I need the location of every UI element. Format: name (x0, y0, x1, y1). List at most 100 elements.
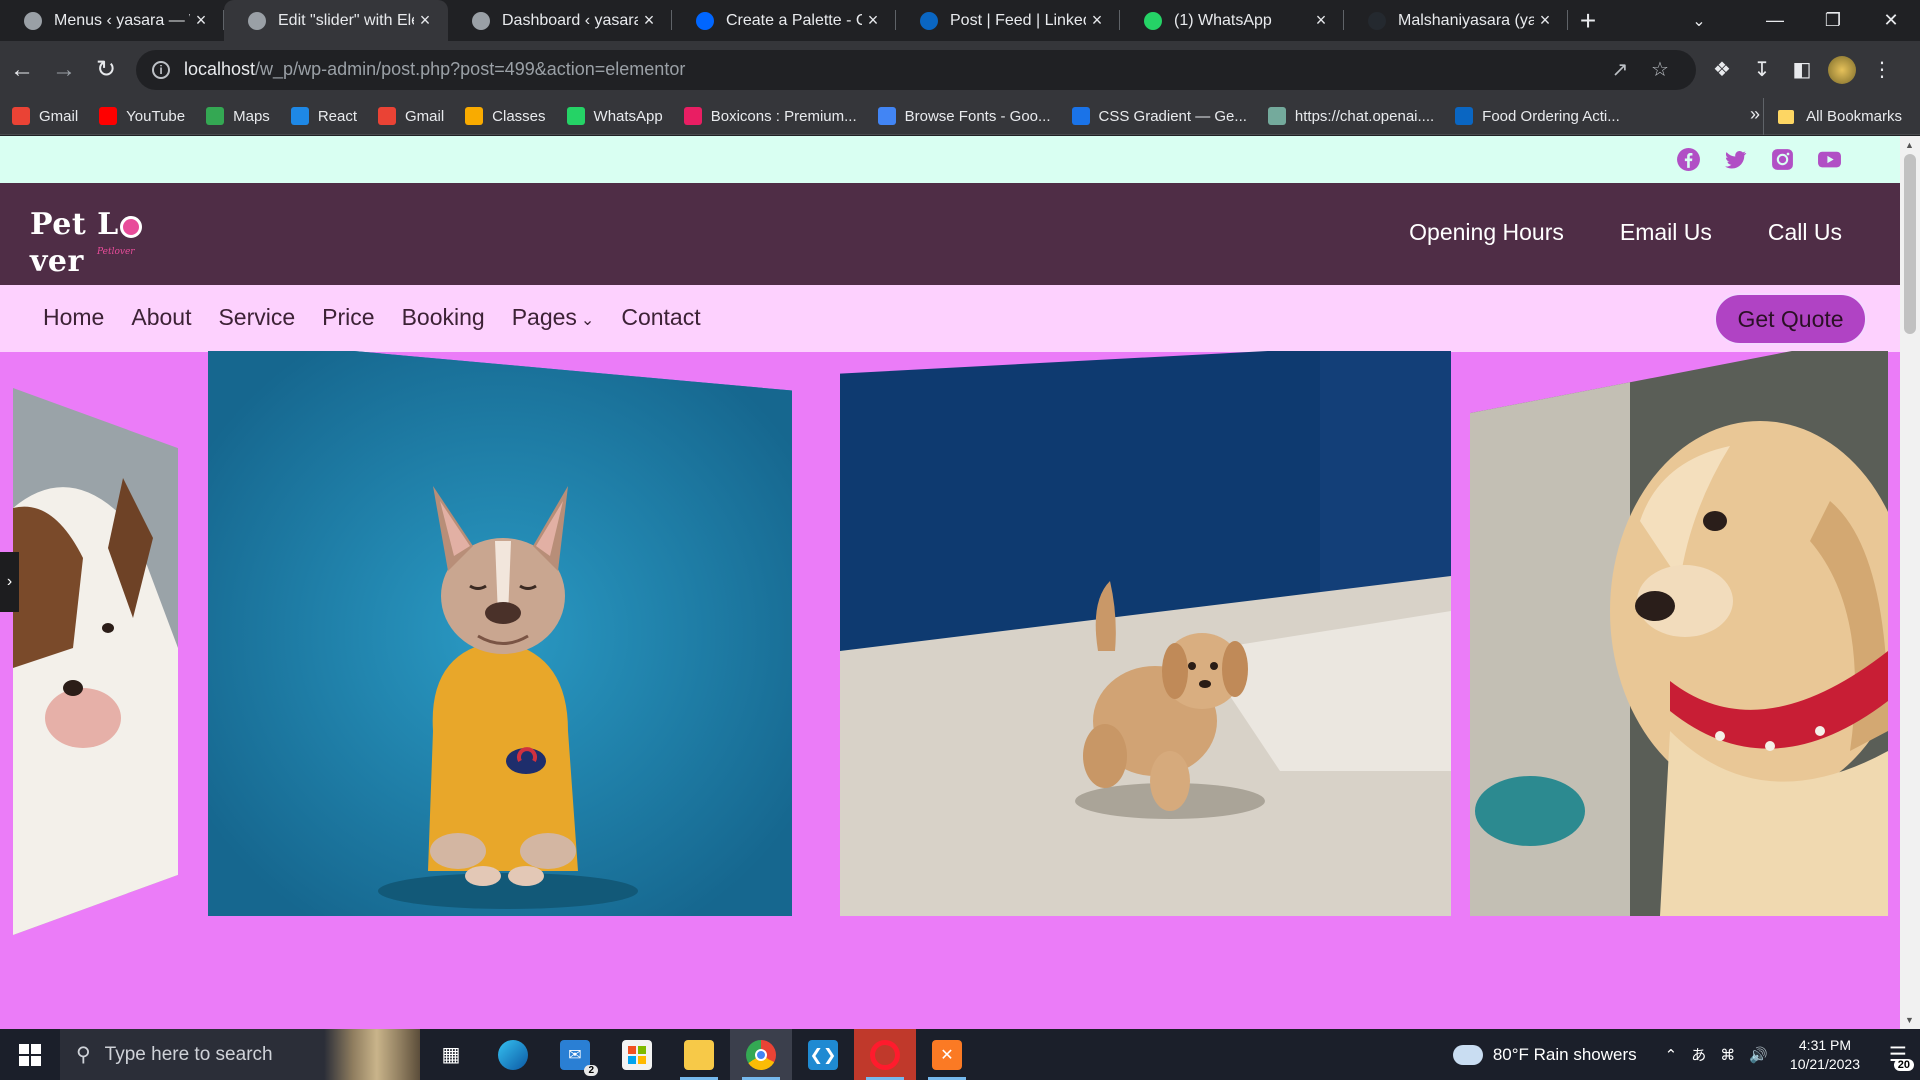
browser-tab-6[interactable]: Malshaniyasara (yasara)× (1344, 0, 1568, 41)
linkedin-icon (1455, 107, 1474, 125)
bookmark-label: Food Ordering Acti... (1482, 107, 1620, 125)
mail-badge: 2 (584, 1064, 598, 1076)
bookmark-star-icon[interactable]: ☆ (1640, 57, 1680, 82)
close-tab-icon[interactable]: × (1310, 10, 1332, 31)
site-info-icon[interactable]: i (152, 60, 170, 79)
nav-about[interactable]: About (131, 304, 191, 331)
nav-price[interactable]: Price (322, 304, 374, 331)
xampp-icon[interactable]: ✕ (916, 1029, 978, 1080)
chrome-icon[interactable] (730, 1029, 792, 1080)
bookmark-item[interactable]: WhatsApp (566, 107, 663, 125)
mail-icon[interactable]: ✉ 2 (544, 1029, 606, 1080)
site-logo[interactable]: Pet Lver Petlover (30, 207, 192, 279)
file-explorer-icon[interactable] (668, 1029, 730, 1080)
bookmark-item[interactable]: Browse Fonts - Goo... (877, 107, 1051, 125)
bookmark-item[interactable]: Food Ordering Acti... (1455, 107, 1620, 125)
chevron-down-icon: ⌄ (580, 312, 595, 329)
google-fonts-icon (877, 107, 896, 125)
task-view-icon[interactable]: ▦ (420, 1029, 482, 1080)
all-bookmarks-label: All Bookmarks (1806, 108, 1902, 125)
bookmark-label: React (317, 107, 357, 125)
browser-tab-1[interactable]: Edit "slider" with Elementor× (224, 0, 448, 41)
new-tab-button[interactable]: + (1568, 0, 1608, 41)
minimize-icon[interactable]: — (1746, 0, 1804, 41)
extensions-icon[interactable]: ❖ (1702, 50, 1742, 90)
nav-service[interactable]: Service (218, 304, 295, 331)
volume-icon[interactable]: 🔊 (1749, 1046, 1768, 1064)
bookmark-item[interactable]: Classes (465, 107, 546, 125)
opera-icon[interactable] (854, 1029, 916, 1080)
twitter-icon[interactable] (1723, 147, 1748, 172)
slide-dog-collie[interactable] (13, 388, 178, 935)
notifications-icon[interactable]: ☰ 20 (1876, 1029, 1920, 1080)
edge-icon[interactable] (482, 1029, 544, 1080)
whatsapp-icon (566, 107, 585, 125)
bookmark-item[interactable]: https://chat.openai.... (1267, 107, 1434, 125)
all-bookmarks-button[interactable]: All Bookmarks (1763, 98, 1902, 135)
browser-tab-3[interactable]: Create a Palette - Coolors× (672, 0, 896, 41)
address-bar[interactable]: i localhost/w_p/wp-admin/post.php?post=4… (136, 49, 1696, 90)
downloads-icon[interactable]: ↧ (1742, 50, 1782, 90)
menu-kebab-icon[interactable]: ⋮ (1862, 50, 1902, 90)
tab-search-icon[interactable]: ⌄ (1674, 0, 1724, 41)
close-window-icon[interactable]: ✕ (1862, 0, 1920, 41)
store-icon[interactable] (606, 1029, 668, 1080)
opening-hours-link[interactable]: Opening Hours (1409, 219, 1564, 246)
get-quote-button[interactable]: Get Quote (1714, 293, 1867, 345)
weather-widget[interactable]: 80°F Rain showers (1452, 1044, 1637, 1065)
slide-french-bulldog[interactable] (208, 351, 792, 916)
nav-booking[interactable]: Booking (402, 304, 485, 331)
nav-pages-dropdown[interactable]: Pages ⌄ (512, 304, 595, 331)
youtube-icon[interactable] (1817, 147, 1842, 172)
back-icon[interactable]: ← (2, 50, 42, 90)
windows-logo-icon (19, 1043, 41, 1066)
close-tab-icon[interactable]: × (190, 10, 212, 31)
bookmark-item[interactable]: Gmail (378, 107, 444, 125)
share-icon[interactable]: ↗ (1600, 57, 1640, 82)
clock[interactable]: 4:31 PM 10/21/2023 (1790, 1036, 1860, 1074)
bookmark-item[interactable]: Gmail (12, 107, 78, 125)
close-tab-icon[interactable]: × (638, 10, 660, 31)
more-bookmarks-icon[interactable]: » (1750, 104, 1760, 125)
reload-icon[interactable]: ↻ (86, 50, 126, 90)
bookmark-item[interactable]: React (290, 107, 357, 125)
side-panel-icon[interactable]: ◧ (1782, 50, 1822, 90)
close-tab-icon[interactable]: × (862, 10, 884, 31)
elementor-panel-toggle[interactable]: › (0, 552, 19, 612)
close-tab-icon[interactable]: × (1086, 10, 1108, 31)
nav-contact[interactable]: Contact (621, 304, 700, 331)
browser-tab-0[interactable]: Menus ‹ yasara — WordPress× (0, 0, 224, 41)
bookmark-item[interactable]: CSS Gradient — Ge... (1071, 107, 1247, 125)
tab-title: Post | Feed | LinkedIn (950, 11, 1086, 29)
clock-time: 4:31 PM (1798, 1036, 1852, 1053)
show-hidden-icons-chevron-icon[interactable]: ⌃ (1665, 1046, 1678, 1064)
browser-tab-5[interactable]: (1) WhatsApp × (1120, 0, 1344, 41)
email-us-link[interactable]: Email Us (1620, 219, 1712, 246)
restore-icon[interactable]: ❐ (1804, 0, 1862, 41)
ime-icon[interactable]: あ (1691, 1044, 1706, 1065)
close-tab-icon[interactable]: × (1534, 10, 1556, 31)
close-tab-icon[interactable]: × (414, 10, 436, 31)
search-highlight-image (324, 1029, 420, 1080)
bookmark-item[interactable]: Boxicons : Premium... (683, 107, 857, 125)
page-scrollbar[interactable]: ▲ ▼ (1900, 136, 1920, 1029)
slide-golden-puppy[interactable] (1470, 351, 1888, 916)
wifi-icon[interactable]: ⌘ (1720, 1046, 1735, 1064)
call-us-link[interactable]: Call Us (1768, 219, 1842, 246)
bookmark-item[interactable]: Maps (206, 107, 270, 125)
slide-poodle-puppy[interactable] (840, 351, 1451, 916)
scroll-down-icon[interactable]: ▼ (1905, 1015, 1914, 1025)
facebook-icon[interactable] (1676, 147, 1701, 172)
browser-tab-4[interactable]: Post | Feed | LinkedIn× (896, 0, 1120, 41)
profile-avatar[interactable] (1822, 50, 1862, 90)
bookmark-item[interactable]: YouTube (99, 107, 185, 125)
taskbar-search[interactable]: ⚲ Type here to search (60, 1029, 420, 1080)
start-button[interactable] (0, 1029, 60, 1080)
vscode-icon[interactable]: ❮❯ (792, 1029, 854, 1080)
scroll-up-icon[interactable]: ▲ (1905, 140, 1914, 150)
scrollbar-thumb[interactable] (1904, 154, 1916, 334)
nav-home[interactable]: Home (43, 304, 104, 331)
instagram-icon[interactable] (1770, 147, 1795, 172)
forward-icon[interactable]: → (44, 50, 84, 90)
browser-tab-2[interactable]: Dashboard ‹ yasara — WordPress× (448, 0, 672, 41)
